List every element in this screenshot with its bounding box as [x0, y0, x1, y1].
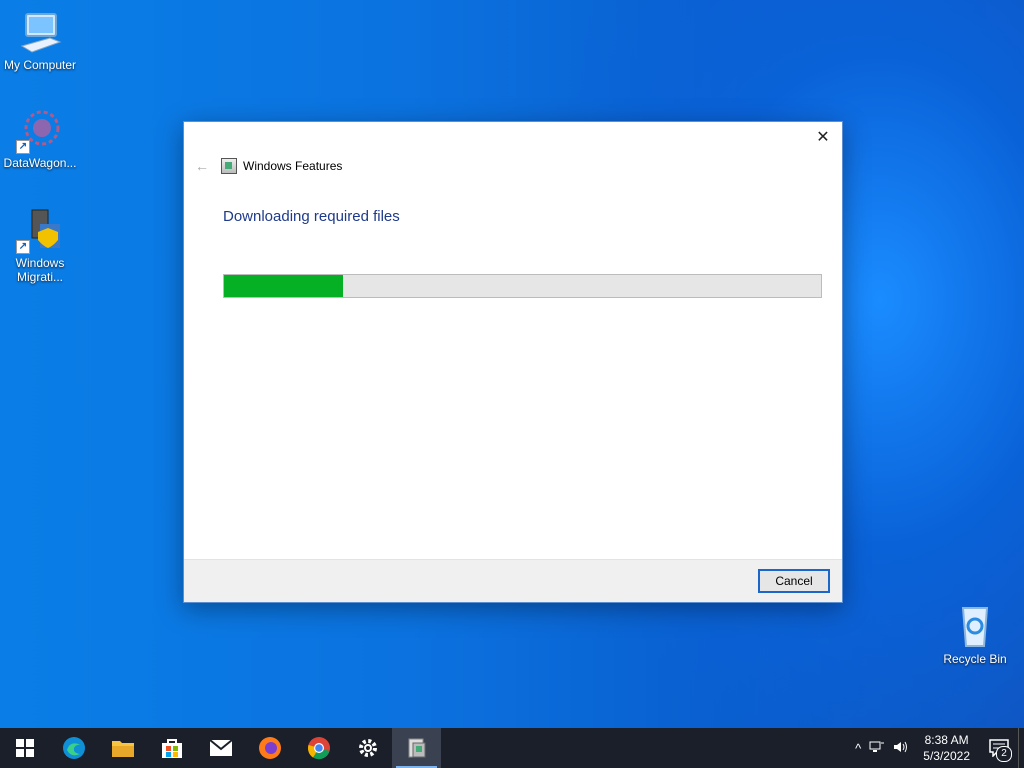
edge-icon: [62, 737, 85, 759]
settings-icon: [358, 739, 377, 757]
cancel-button[interactable]: Cancel: [758, 569, 830, 593]
clock-date: 5/3/2022: [923, 749, 970, 763]
desktop-icon-recycle-bin[interactable]: Recycle Bin: [935, 602, 1015, 666]
dialog-title: Windows Features: [243, 159, 343, 173]
datawagon-icon: ↗: [16, 106, 64, 154]
taskbar-firefox[interactable]: [245, 728, 294, 768]
desktop-icon-label: DataWagon...: [3, 156, 77, 170]
taskbar-chrome[interactable]: [294, 728, 343, 768]
shortcut-arrow-icon: ↗: [16, 240, 30, 254]
taskbar-settings[interactable]: [343, 728, 392, 768]
close-icon: ✕: [816, 129, 830, 146]
start-button[interactable]: [0, 728, 49, 768]
desktop-icon-label: My Computer: [3, 58, 77, 72]
close-button[interactable]: ✕: [810, 126, 836, 150]
windows-features-dialog: ✕ ← Windows Features Downloading require…: [183, 121, 843, 603]
windows-features-icon: [408, 738, 425, 758]
windows-features-icon: [221, 158, 237, 174]
clock[interactable]: 8:38 AM 5/3/2022: [913, 732, 980, 764]
status-heading: Downloading required files: [223, 208, 400, 225]
windows-migration-icon: ↗: [16, 206, 64, 254]
computer-icon: [16, 8, 64, 56]
desktop-icon-my-computer[interactable]: My Computer: [0, 8, 80, 72]
action-center-button[interactable]: 2: [980, 728, 1018, 768]
taskbar: ^ 8:38 AM 5/3/2022 2: [0, 728, 1024, 768]
network-icon[interactable]: [865, 740, 889, 757]
dialog-footer: Cancel: [184, 559, 842, 602]
taskbar-edge[interactable]: [49, 728, 98, 768]
taskbar-mail[interactable]: [196, 728, 245, 768]
shortcut-arrow-icon: ↗: [16, 140, 30, 154]
taskbar-store[interactable]: [147, 728, 196, 768]
desktop-icon-label: Recycle Bin: [943, 652, 1007, 666]
show-hidden-icons-button[interactable]: ^: [851, 741, 865, 756]
system-tray: ^ 8:38 AM 5/3/2022 2: [851, 728, 1024, 768]
desktop-icon-label: Windows Migrati...: [15, 256, 65, 284]
store-icon: [161, 739, 182, 758]
progress-fill: [224, 275, 344, 297]
desktop-icon-datawagon[interactable]: ↗ DataWagon...: [0, 106, 80, 170]
taskbar-file-explorer[interactable]: [98, 728, 147, 768]
download-progress-bar: [223, 274, 822, 298]
file-explorer-icon: [111, 741, 134, 757]
desktop-icon-windows-migration[interactable]: ↗ Windows Migrati...: [0, 206, 80, 284]
chrome-icon: [307, 737, 330, 760]
mail-icon: [208, 739, 233, 756]
back-arrow-icon: ←: [195, 158, 209, 174]
show-desktop-button[interactable]: [1018, 728, 1024, 768]
back-button[interactable]: ←: [192, 156, 212, 176]
firefox-icon: [258, 737, 281, 759]
volume-icon[interactable]: [889, 740, 913, 757]
clock-time: 8:38 AM: [924, 733, 969, 747]
recycle-bin-icon: [951, 602, 999, 650]
taskbar-windows-features[interactable]: [392, 728, 441, 768]
dialog-title-bar: Windows Features: [221, 158, 342, 174]
notification-count-badge: 2: [996, 746, 1012, 762]
windows-start-icon: [15, 739, 34, 757]
